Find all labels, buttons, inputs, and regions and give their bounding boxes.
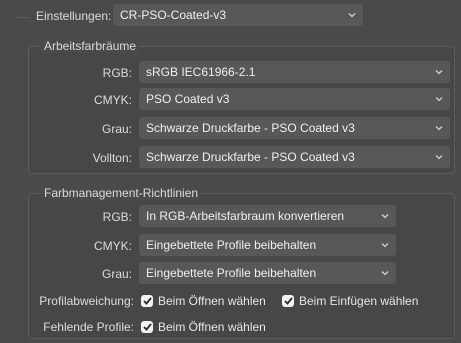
chevron-down-icon — [380, 205, 390, 227]
chevron-down-icon — [380, 262, 390, 284]
mismatch-open-label[interactable]: Beim Öffnen wählen — [158, 294, 266, 308]
settings-label: Einstellungen: — [36, 9, 112, 23]
chevron-down-icon — [380, 234, 390, 256]
chevron-down-icon — [434, 146, 444, 168]
policy-gray-label: Grau: — [101, 267, 132, 281]
ws-spot-value: Schwarze Druckfarbe - PSO Coated v3 — [146, 150, 355, 164]
policy-rgb-value: In RGB-Arbeitsfarbraum konvertieren — [146, 209, 345, 223]
policy-cmyk-value: Eingebettete Profile beibehalten — [146, 238, 317, 252]
policy-rgb-dropdown[interactable]: In RGB-Arbeitsfarbraum konvertieren — [139, 205, 396, 227]
divider — [16, 17, 30, 18]
ws-rgb-label: RGB: — [102, 66, 132, 80]
settings-dropdown[interactable]: CR-PSO-Coated-v3 — [113, 4, 363, 26]
mismatch-paste-label[interactable]: Beim Einfügen wählen — [299, 294, 418, 308]
missing-open-checkbox[interactable] — [141, 321, 153, 333]
policy-cmyk-dropdown[interactable]: Eingebettete Profile beibehalten — [139, 234, 396, 256]
mismatch-paste-checkbox[interactable] — [282, 295, 294, 307]
checkmark-icon — [142, 323, 152, 331]
ws-spot-dropdown[interactable]: Schwarze Druckfarbe - PSO Coated v3 — [139, 146, 450, 168]
mismatch-label: Profilabweichung: — [39, 294, 134, 308]
working-spaces-title: Arbeitsfarbräume — [41, 39, 140, 53]
ws-gray-value: Schwarze Druckfarbe - PSO Coated v3 — [146, 121, 355, 135]
checkmark-icon — [142, 297, 152, 305]
ws-cmyk-label: CMYK: — [93, 93, 132, 107]
policy-rgb-label: RGB: — [102, 210, 132, 224]
ws-cmyk-value: PSO Coated v3 — [146, 92, 230, 106]
chevron-down-icon — [434, 88, 444, 110]
mismatch-open-checkbox[interactable] — [141, 295, 153, 307]
checkmark-icon — [283, 297, 293, 305]
missing-open-label[interactable]: Beim Öffnen wählen — [158, 320, 266, 334]
policies-title: Farbmanagement-Richtlinien — [41, 186, 202, 200]
policy-gray-value: Eingebettete Profile beibehalten — [146, 266, 317, 280]
missing-label: Fehlende Profile: — [43, 320, 134, 334]
ws-cmyk-dropdown[interactable]: PSO Coated v3 — [139, 88, 450, 110]
policy-cmyk-label: CMYK: — [93, 239, 132, 253]
ws-rgb-dropdown[interactable]: sRGB IEC61966-2.1 — [139, 61, 450, 83]
policy-gray-dropdown[interactable]: Eingebettete Profile beibehalten — [139, 262, 396, 284]
ws-rgb-value: sRGB IEC61966-2.1 — [146, 65, 256, 79]
ws-gray-label: Grau: — [101, 122, 132, 136]
chevron-down-icon — [347, 4, 357, 26]
ws-gray-dropdown[interactable]: Schwarze Druckfarbe - PSO Coated v3 — [139, 117, 450, 139]
settings-value: CR-PSO-Coated-v3 — [120, 8, 227, 22]
chevron-down-icon — [434, 117, 444, 139]
chevron-down-icon — [434, 61, 444, 83]
ws-spot-label: Vollton: — [92, 151, 132, 165]
